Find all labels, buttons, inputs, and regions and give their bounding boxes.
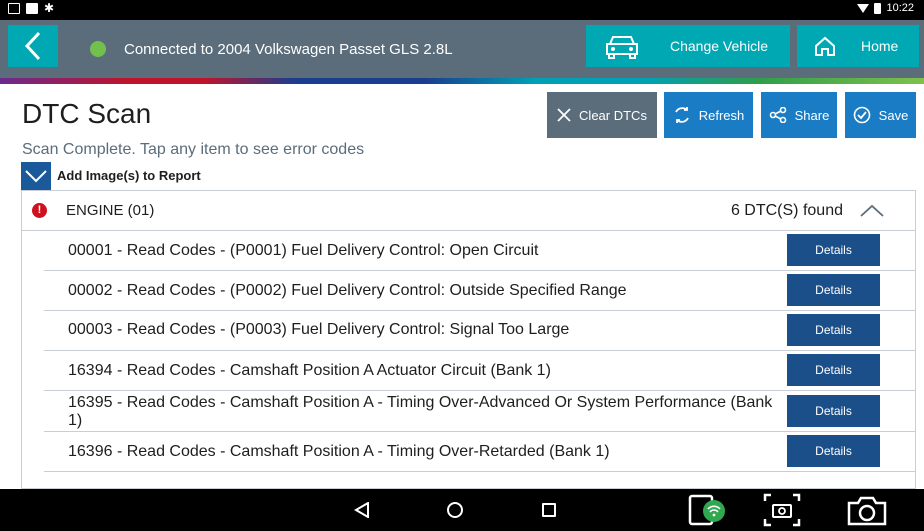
dtc-row-text: 16396 - Read Codes - Camshaft Position A… [68,443,610,460]
dtc-row[interactable]: 00003 - Read Codes - (P0003) Fuel Delive… [44,311,915,351]
details-button[interactable]: Details [787,354,880,386]
details-button[interactable]: Details [787,395,880,427]
nav-back-icon[interactable] [354,502,370,518]
home-button[interactable]: Home [797,25,919,67]
dtc-row[interactable]: 00002 - Read Codes - (P0002) Fuel Delive… [44,271,915,311]
share-button[interactable]: Share [761,92,837,138]
message-notification-icon [26,3,38,14]
home-icon [815,36,835,56]
back-arrow-icon [24,31,41,61]
chevron-down-icon [25,170,47,183]
navigation-bar [0,489,924,531]
back-button[interactable] [8,25,58,67]
save-button[interactable]: Save [845,92,916,138]
save-label: Save [878,107,909,123]
camera-icon[interactable] [846,493,888,527]
change-vehicle-label: Change Vehicle [670,38,769,54]
wifi-icon [857,3,870,13]
page-title: DTC Scan [22,98,152,129]
dtc-row-text: 16394 - Read Codes - Camshaft Position A… [68,362,551,379]
change-vehicle-button[interactable]: Change Vehicle [586,25,790,67]
refresh-label: Refresh [698,107,745,123]
car-icon [606,36,638,59]
clear-dtcs-label: Clear DTCs [579,107,647,123]
dtc-row[interactable]: 00001 - Read Codes - (P0001) Fuel Delive… [44,231,915,271]
details-button[interactable]: Details [787,435,880,467]
status-system: 10:22 [857,2,914,14]
share-icon [769,107,786,123]
status-bar: ✱ 10:22 [0,0,924,20]
nav-home-icon[interactable] [447,502,463,518]
brand-stripe-top [0,72,924,78]
status-time: 10:22 [886,2,914,14]
details-button[interactable]: Details [787,314,880,346]
dtc-row-text: 00002 - Read Codes - (P0002) Fuel Delive… [68,282,627,299]
add-images-label: Add Image(s) to Report [57,168,201,183]
refresh-icon [674,107,689,123]
chevron-up-icon[interactable] [859,204,885,218]
add-images-checkbox[interactable] [21,162,51,190]
dtc-row-text: 00003 - Read Codes - (P0003) Fuel Delive… [68,321,570,338]
details-button[interactable]: Details [787,274,880,306]
group-name: ENGINE (01) [66,202,155,219]
dtc-count: 6 DTC(S) found [730,202,843,219]
dtc-row[interactable]: 16395 - Read Codes - Camshaft Position A… [44,391,915,432]
image-notification-icon [8,3,20,14]
wireless-cast-icon[interactable] [688,493,728,527]
home-label: Home [861,38,899,54]
engine-group-header[interactable]: ! ENGINE (01) 6 DTC(S) found [22,191,915,231]
dtc-row[interactable]: 16394 - Read Codes - Camshaft Position A… [44,351,915,391]
dtc-row-text: 16395 - Read Codes - Camshaft Position A… [68,394,773,429]
scan-status-text: Scan Complete. Tap any item to see error… [22,141,365,158]
refresh-button[interactable]: Refresh [664,92,753,138]
screenshot-icon[interactable] [763,493,801,527]
connection-status-dot [90,41,106,57]
nav-recents-icon[interactable] [542,503,556,517]
share-label: Share [794,107,830,123]
error-icon: ! [32,203,47,218]
dtc-list-panel: ! ENGINE (01) 6 DTC(S) found 00001 - Rea… [21,190,916,489]
battery-icon [874,2,882,14]
header-bar: Connected to 2004 Volkswagen Passet GLS … [0,20,924,72]
details-button[interactable]: Details [787,234,880,266]
dtc-row-text: 00001 - Read Codes - (P0001) Fuel Delive… [68,242,539,259]
connection-status-text: Connected to 2004 Volkswagen Passet GLS … [124,41,453,58]
dtc-row[interactable]: 16396 - Read Codes - Camshaft Position A… [44,432,915,472]
clear-dtcs-button[interactable]: Clear DTCs [547,92,657,138]
status-notifications: ✱ [8,1,55,15]
check-circle-icon [853,106,870,124]
close-icon [557,108,571,122]
bluetooth-icon: ✱ [44,1,55,15]
